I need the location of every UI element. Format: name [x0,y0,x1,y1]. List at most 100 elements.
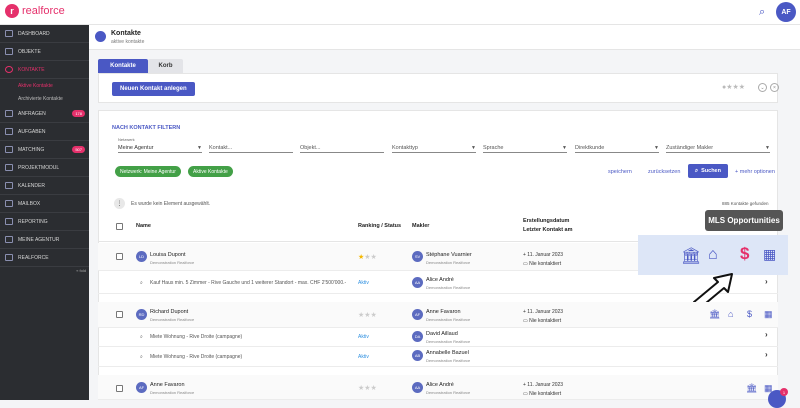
filter-chip-active[interactable]: Aktive Kontakte [188,166,233,177]
agency-icon [5,236,13,243]
dollar-icon[interactable]: $ [747,309,752,319]
sidebar-item-label: Mailbox [18,200,41,207]
bank-icon[interactable]: 🏛 [681,246,701,266]
kontakt-placeholder: Kontakt... [209,145,233,151]
agent-org: Demonstration Realforce [426,285,471,290]
more-options-link[interactable]: + mehr optionen [735,169,775,175]
contact-name[interactable]: Louisa Dupont [150,252,185,258]
contact-name[interactable]: Anne Favaron [150,382,185,388]
sidebar-subitem-aktive-kontakte[interactable]: Aktive Kontakte [0,79,89,92]
chart-icon [5,218,13,225]
house-icon[interactable]: ⌂ [708,246,718,264]
kontakttyp-placeholder: Kontakttyp [392,145,418,151]
sidebar-item-objekte[interactable]: Objekte [0,43,89,61]
agent-name: Annabelle Bazuel [426,350,469,356]
contact-name[interactable]: Richard Dupont [150,309,188,315]
sidebar-item-dashboard[interactable]: Dashboard [0,25,89,43]
sidebar-item-mailbox[interactable]: Mailbox [0,195,89,213]
reset-filter-link[interactable]: zurücksetzen [648,169,680,175]
chevron-right-icon[interactable]: › [765,277,768,286]
chevron-right-icon[interactable]: › [765,330,768,339]
dollar-icon[interactable]: $ [740,244,749,264]
column-created[interactable]: Erstellungsdatum [523,218,569,224]
search-request-text[interactable]: Miete Wohnung - Rive Droite (campagne) [150,334,242,340]
selection-menu-icon[interactable]: ⋮ [114,198,125,209]
sidebar-item-aufgaben[interactable]: Aufgaben [0,123,89,141]
search-request-text[interactable]: Kauf Haus min. 5 Zimmer - Rive Gauche un… [150,280,346,286]
rating-stars[interactable]: ★★★ [358,253,377,261]
calendar-icon[interactable]: ▦ [764,309,773,320]
sidebar-item-meine-agentur[interactable]: Meine Agentur [0,231,89,249]
contact-org: Demonstration Realforce [150,390,195,395]
sidebar-collapse-toggle[interactable]: « fold [76,268,86,273]
search-button[interactable]: ⌕ Suchen [688,164,728,178]
sidebar-item-label: Kalender [18,182,45,189]
sidebar-item-projektmodul[interactable]: Projektmodul [0,159,89,177]
close-icon[interactable]: × [770,83,779,92]
avatar: LD [136,251,147,262]
mls-tooltip: MLS Opportunities [705,210,783,231]
network-select[interactable]: Netzwerk Meine Agentur ▼ [118,137,202,153]
calendar-icon [5,182,13,189]
star-icon: ★ [738,84,746,91]
chevron-right-icon[interactable]: › [765,350,768,359]
sidebar-item-kalender[interactable]: Kalender [0,177,89,195]
agent-avatar: SV [412,251,423,262]
bank-icon[interactable]: 🏛 [709,309,720,320]
user-avatar[interactable]: AF [776,2,796,22]
objekt-input[interactable]: Objekt... [300,140,384,153]
notification-badge: 1 [780,388,788,396]
search-icon: ⌕ [695,167,699,174]
sidebar-item-realforce[interactable]: Realforce [0,249,89,267]
sidebar-item-label: Projektmodul [18,164,60,171]
row-checkbox[interactable] [116,253,123,260]
sidebar-subitem-archivierte-kontakte[interactable]: Archivierte Kontakte [0,92,89,105]
page-title: Kontakte [111,30,141,37]
task-icon [5,128,13,135]
last-contact: ▭ Nie kontaktiert [523,391,562,397]
last-contact: ▭ Nie kontaktiert [523,318,562,324]
table-row[interactable] [98,302,778,328]
search-icon[interactable]: ⌕ [759,6,765,19]
sidebar-item-kontakte[interactable]: Kontakte [0,61,89,79]
makler-select[interactable]: Zuständiger Makler ▼ [666,140,770,153]
mail-icon [5,200,13,207]
column-name[interactable]: Name [136,223,151,229]
search-request-text[interactable]: Miete Wohnung - Rive Droite (campagne) [150,354,242,360]
save-filter-link[interactable]: speichern [608,169,632,175]
sidebar-item-matching[interactable]: Matching 507 [0,141,89,159]
tab-korb[interactable]: Korb [148,59,183,73]
select-all-checkbox[interactable] [116,223,123,230]
column-makler[interactable]: Makler [412,223,429,229]
kontakt-input[interactable]: Kontakt... [209,140,293,153]
sidebar-item-label: Objekte [18,48,41,55]
bank-icon[interactable]: 🏛 [746,383,757,394]
caret-down-icon: ▼ [197,145,202,151]
project-icon [5,164,13,171]
tab-kontakte[interactable]: Kontakte [98,59,148,73]
row-checkbox[interactable] [116,311,123,318]
calendar-icon[interactable]: ▦ [763,246,776,263]
row-checkbox[interactable] [116,385,123,392]
rating-stars[interactable]: ★★★ [358,384,377,392]
direktkunde-select[interactable]: Direktkunde ▼ [575,140,659,153]
sidebar-item-anfragen[interactable]: Anfragen 178 [0,105,89,123]
rating-filter[interactable]: ●★★★ [722,83,745,91]
chevron-down-icon[interactable]: ⌄ [758,83,767,92]
rating-stars[interactable]: ★★★ [358,311,377,319]
status-badge: Aktiv [358,334,369,340]
kontakttyp-select[interactable]: Kontakttyp ▼ [392,140,476,153]
house-icon[interactable]: ⌂ [728,309,733,319]
column-last-contact[interactable]: Letzter Kontakt am [523,227,573,233]
sidebar-item-label: Meine Agentur [18,236,60,243]
network-value: Meine Agentur [118,145,154,151]
column-ranking[interactable]: Ranking / Status [358,223,401,229]
sprache-select[interactable]: Sprache ▼ [483,140,567,153]
top-bar: r realforce ⌕ AF [0,0,800,25]
sidebar-item-reporting[interactable]: Reporting [0,213,89,231]
last-contact-text: Nie kontaktiert [529,391,562,397]
logo[interactable]: r realforce [5,4,65,18]
new-contact-button[interactable]: Neuen Kontakt anlegen [112,82,195,96]
filter-chip-network[interactable]: Netzwerk: Meine Agentur [115,166,181,177]
help-chat-button[interactable]: 1 [768,388,788,408]
